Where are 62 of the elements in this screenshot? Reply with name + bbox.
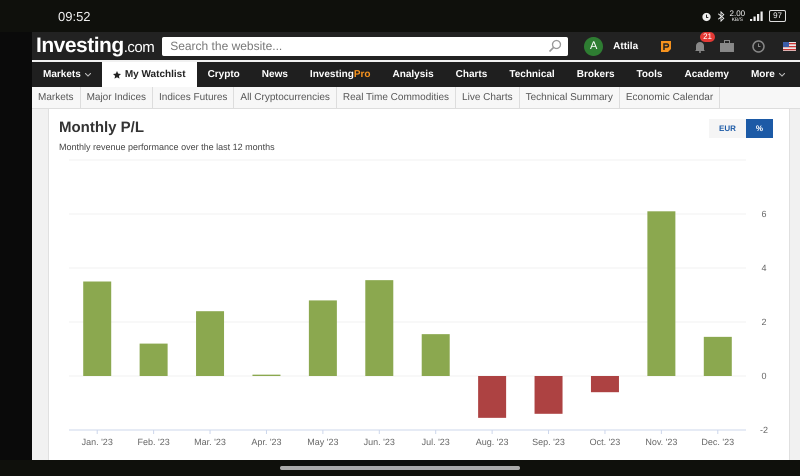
subnav-link[interactable]: Technical Summary: [520, 87, 620, 108]
nav-tab[interactable]: Academy: [673, 62, 740, 87]
nav-tab[interactable]: News: [250, 62, 299, 87]
axis-label: 6: [762, 209, 766, 219]
star-icon: [112, 70, 121, 78]
subnav-link[interactable]: Major Indices: [80, 87, 154, 108]
nav-tab[interactable]: Tools: [626, 62, 674, 87]
nav-tab[interactable]: Charts: [444, 62, 498, 87]
subnav-link[interactable]: Real Time Commodities: [336, 87, 456, 108]
nav-tab[interactable]: Analysis: [382, 62, 445, 87]
axis-label: Jun. '23: [364, 437, 395, 447]
nav-tab[interactable]: Crypto: [196, 62, 251, 87]
clock-icon[interactable]: [752, 40, 766, 52]
axis-label: Feb. '23: [138, 437, 170, 447]
axis-label: Nov. '23: [645, 437, 678, 447]
axis-label: -2: [760, 425, 768, 435]
briefcase-icon[interactable]: [720, 40, 734, 52]
axis-label: Aug. '23: [476, 437, 508, 447]
search-box[interactable]: Search the website...: [162, 36, 568, 56]
site-logo[interactable]: Investing.com: [36, 34, 154, 58]
subnav-link[interactable]: Indices Futures: [153, 87, 234, 108]
card-subtitle: Monthly revenue performance over the last 12 months: [59, 142, 275, 152]
axis-label: 0: [762, 371, 766, 381]
alarm-icon: [700, 10, 712, 22]
axis-label: Dec. '23: [701, 437, 734, 447]
axis-label: Jul. '23: [422, 437, 450, 447]
axis-label: Oct. '23: [590, 437, 620, 447]
user-name[interactable]: Attila: [613, 40, 638, 52]
nav-tab[interactable]: Markets: [32, 62, 102, 87]
search-icon[interactable]: [548, 39, 562, 53]
subnav-link[interactable]: Markets: [32, 87, 81, 108]
clock-time: 09:52: [58, 8, 91, 24]
search-field[interactable]: Search the website...: [168, 38, 548, 54]
battery-level: 97: [769, 10, 786, 22]
axis-label: Jan. '23: [82, 437, 113, 447]
nav-tab[interactable]: Technical: [498, 62, 566, 87]
network-speed: 2.00: [730, 10, 746, 18]
axis-label: 2: [762, 317, 766, 327]
axis-label: Apr. '23: [251, 437, 282, 447]
card-title: Monthly P/L: [59, 119, 145, 136]
flag-icon[interactable]: [783, 42, 796, 50]
nav-tab[interactable]: InvestingPro: [298, 62, 382, 87]
axis-label: May '23: [307, 437, 338, 447]
chevron-down-icon: [84, 72, 91, 76]
nav-tab[interactable]: Brokers: [566, 62, 626, 87]
bluetooth-icon: [716, 10, 725, 22]
subnav-link[interactable]: Live Charts: [456, 87, 520, 108]
unit-toggle[interactable]: EUR: [708, 119, 746, 138]
subnav-link[interactable]: Economic Calendar: [620, 87, 720, 108]
unit-toggle[interactable]: %: [746, 119, 773, 138]
signal-icon: [750, 11, 764, 21]
subnav-link[interactable]: All Cryptocurrencies: [234, 87, 337, 108]
nav-tab[interactable]: More: [740, 62, 796, 87]
p-logo-icon[interactable]: [660, 40, 672, 52]
axis-label: Sep. '23: [532, 437, 565, 447]
user-avatar[interactable]: A: [584, 36, 604, 56]
notification-badge: 21: [700, 32, 716, 42]
axis-label: 4: [762, 263, 766, 273]
axis-label: Mar. '23: [194, 437, 226, 447]
chevron-down-icon: [778, 72, 785, 76]
bell-icon[interactable]: [694, 40, 706, 52]
nav-tab[interactable]: My Watchlist: [102, 62, 197, 87]
